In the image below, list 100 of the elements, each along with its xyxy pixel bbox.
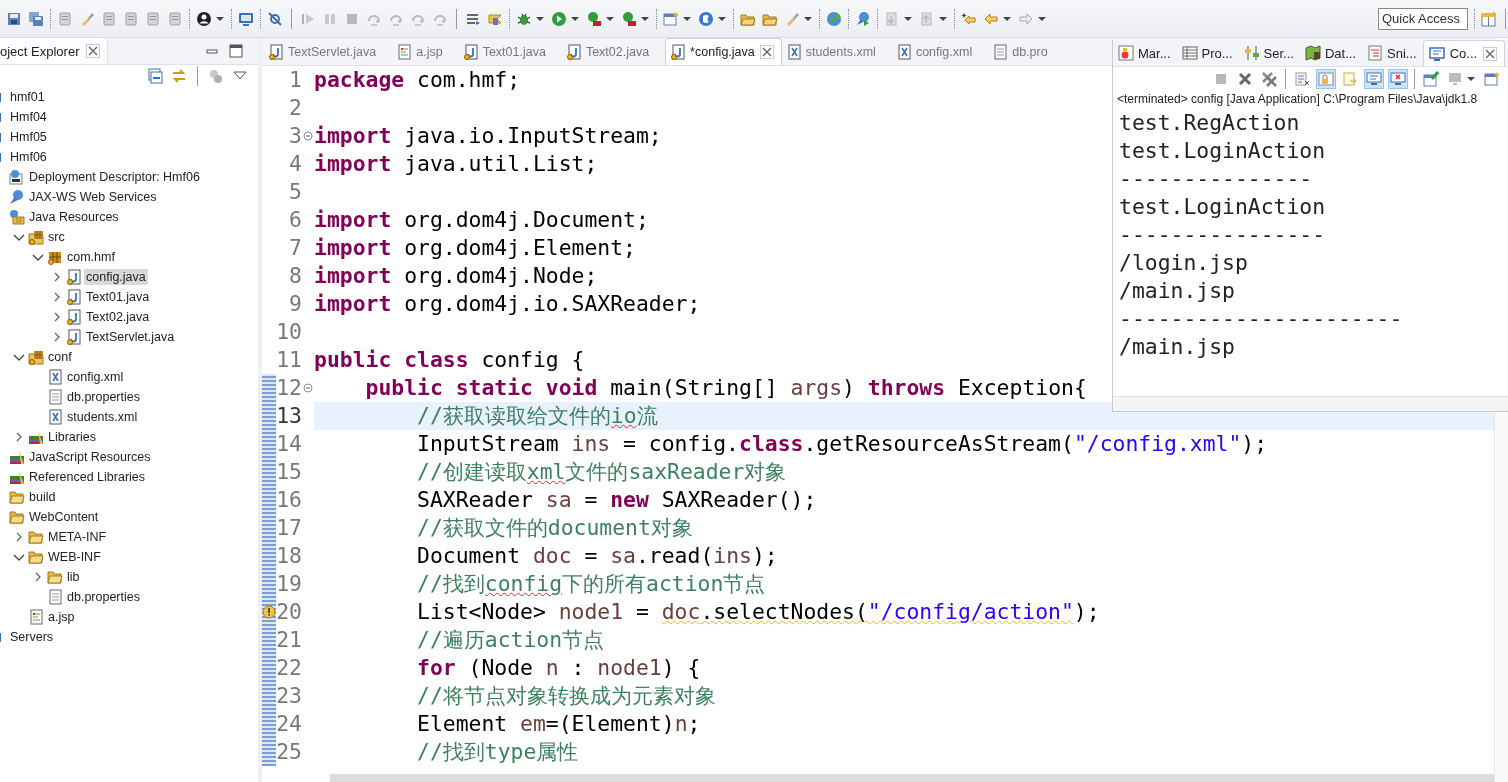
open-perspective-icon[interactable]	[1481, 10, 1497, 27]
document-icon[interactable]	[123, 10, 139, 27]
new-window-icon[interactable]	[663, 10, 679, 27]
view-tab[interactable]: Pro...	[1176, 40, 1239, 66]
editor-tab[interactable]: config.xml	[891, 38, 989, 65]
link-icon[interactable]	[171, 68, 187, 84]
caret-icon[interactable]	[535, 15, 545, 22]
caret-icon[interactable]	[717, 15, 727, 22]
editor-tab[interactable]: Text01.java	[458, 38, 562, 65]
editor-tab[interactable]: TextServlet.java	[264, 38, 393, 65]
tree-item[interactable]: WebContent	[27, 509, 101, 525]
view-tab[interactable]: Mar...	[1113, 40, 1177, 66]
code-line: //找到config下的所有action节点	[416, 570, 766, 598]
tree-item[interactable]: Hmf05	[8, 129, 49, 145]
remove-icon[interactable]	[1237, 71, 1253, 87]
show-output-icon[interactable]	[1366, 71, 1382, 87]
close-icon[interactable]	[758, 44, 775, 60]
tree-item[interactable]: db.properties	[65, 589, 142, 605]
horizontal-scrollbar[interactable]	[330, 774, 1494, 782]
tree-item[interactable]: src	[46, 229, 67, 245]
run-config-icon[interactable]	[621, 10, 637, 27]
save-icon[interactable]	[6, 10, 22, 27]
scroll-lock-icon[interactable]	[1318, 71, 1334, 87]
document-icon[interactable]	[101, 10, 117, 27]
collapse-all-icon[interactable]	[147, 68, 163, 84]
tree-item[interactable]: build	[27, 489, 58, 505]
tree-item[interactable]: lib	[65, 569, 82, 585]
caret-icon[interactable]	[570, 15, 580, 22]
tree-item[interactable]: hmf01	[8, 89, 47, 105]
tree-item[interactable]: Deployment Descriptor: Hmf06	[27, 169, 202, 185]
tree-item[interactable]: config.java	[84, 269, 148, 285]
caret-icon[interactable]	[903, 15, 913, 22]
view-tab[interactable]: Ser...	[1238, 40, 1300, 66]
tree-item[interactable]: WEB-INF	[46, 549, 103, 565]
code-line: for (Node n : node1) {	[416, 654, 701, 682]
show-error-icon[interactable]	[1390, 71, 1406, 87]
caret-icon[interactable]	[640, 15, 650, 22]
caret-icon[interactable]	[682, 15, 692, 22]
tree-item[interactable]: Text01.java	[84, 289, 152, 305]
caret-icon[interactable]	[1002, 15, 1012, 22]
collapse-fold-icon[interactable]	[303, 131, 313, 141]
quick-access-field[interactable]: Quick Access	[1378, 7, 1468, 30]
remove-all-icon[interactable]	[1261, 71, 1277, 87]
tree-item[interactable]: students.xml	[65, 409, 140, 425]
tree-item[interactable]: Referenced Libraries	[27, 469, 148, 485]
caret-icon[interactable]	[1037, 15, 1047, 22]
view-tab[interactable]: Dat...	[1299, 40, 1363, 66]
caret-icon[interactable]	[1466, 76, 1476, 82]
crossed-circle-icon[interactable]	[267, 10, 283, 27]
editor-tab[interactable]: Text02.java	[561, 38, 666, 65]
document-icon[interactable]	[167, 10, 183, 27]
caret-icon[interactable]	[605, 15, 615, 22]
java-file-icon	[268, 43, 284, 60]
view-tab[interactable]: Co...	[1422, 40, 1506, 66]
editor-tab[interactable]: students.xml	[781, 38, 892, 65]
caret-icon[interactable]	[215, 15, 225, 22]
tree-item[interactable]: META-INF	[46, 529, 109, 545]
collapse-fold-icon[interactable]	[303, 383, 313, 393]
view-tab[interactable]: Sni...	[1362, 40, 1423, 66]
sphere-icon[interactable]	[698, 10, 714, 27]
maximize-icon[interactable]	[228, 43, 244, 59]
code-line: import java.io.InputStream;	[314, 122, 662, 150]
editor-tab[interactable]: a.jsp	[392, 38, 459, 65]
save-all-icon[interactable]	[28, 10, 44, 27]
line-number: 11	[276, 346, 302, 374]
editor-tab[interactable]: *config.java	[665, 38, 782, 65]
line-number: 19	[276, 570, 302, 598]
warning-icon[interactable]	[262, 604, 276, 620]
person-icon[interactable]	[196, 10, 212, 27]
tree-item[interactable]: conf	[46, 349, 74, 365]
tree-item[interactable]: Libraries	[46, 429, 98, 445]
tree-item[interactable]: Text02.java	[84, 309, 152, 325]
globe-run-icon[interactable]	[855, 10, 871, 27]
document-icon[interactable]	[145, 10, 161, 27]
tree-item[interactable]: Hmf06	[8, 149, 49, 165]
run-config-icon[interactable]	[586, 10, 602, 27]
tree-item[interactable]: a.jsp	[46, 609, 77, 625]
tree-item[interactable]: db.properties	[65, 389, 142, 405]
folder-icon	[9, 489, 25, 505]
tree-item[interactable]: Java Resources	[27, 209, 121, 225]
tree-item[interactable]: config.xml	[65, 369, 126, 385]
horizontal-scrollbar[interactable]	[1113, 396, 1508, 411]
globe-icon[interactable]	[826, 10, 842, 27]
close-icon[interactable]	[85, 43, 102, 59]
tree-item[interactable]: JavaScript Resources	[27, 449, 153, 465]
new-console-icon[interactable]	[1484, 71, 1500, 87]
tree-item[interactable]: Servers	[8, 629, 56, 645]
tree-item[interactable]: JAX-WS Web Services	[27, 189, 159, 205]
tree-item[interactable]: Hmf04	[8, 109, 49, 125]
editor-tab[interactable]: db.pro	[988, 38, 1064, 65]
tree-item[interactable]: TextServlet.java	[84, 329, 177, 345]
clear-console-icon[interactable]	[1294, 71, 1310, 87]
caret-icon[interactable]	[803, 15, 813, 22]
document-icon[interactable]	[57, 10, 73, 27]
tree-item[interactable]: com.hmf	[65, 249, 117, 265]
java-file-icon	[66, 289, 82, 305]
caret-icon[interactable]	[938, 15, 948, 22]
close-icon[interactable]	[1482, 45, 1499, 62]
monitor-icon[interactable]	[238, 10, 254, 27]
pin-icon[interactable]	[1423, 71, 1439, 87]
